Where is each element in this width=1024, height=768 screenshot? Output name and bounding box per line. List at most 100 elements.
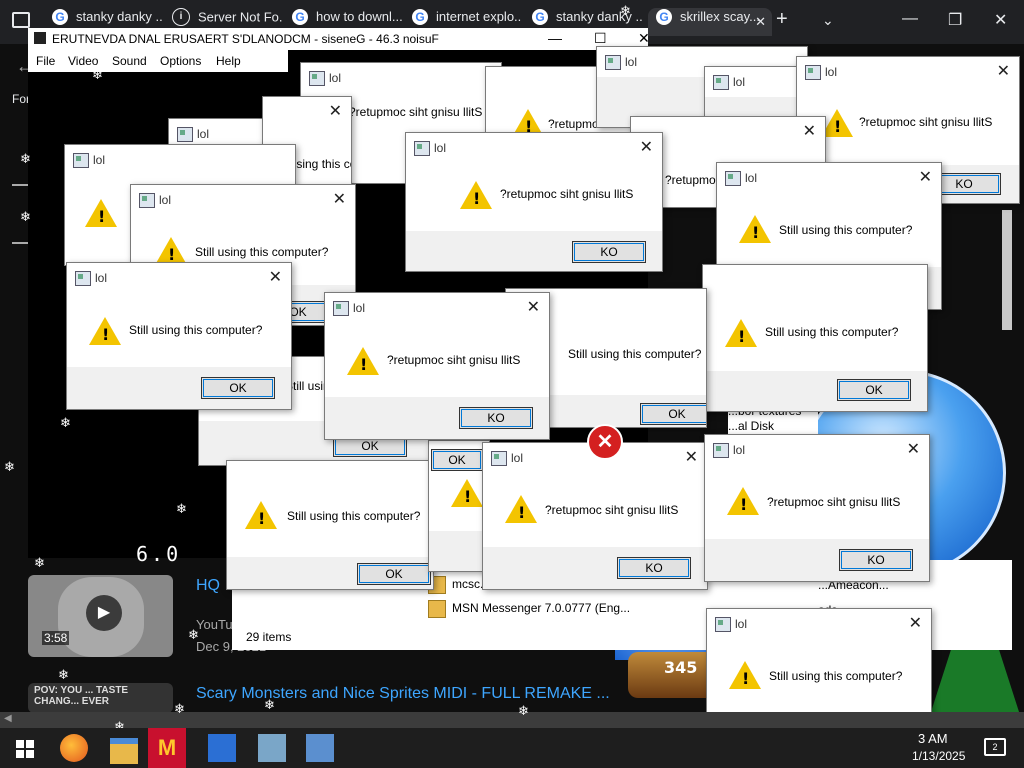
minimize-button[interactable]: — [902, 10, 918, 28]
dialog-window[interactable]: ! Still using this computer? OK [226, 460, 434, 590]
dialog-window[interactable]: lol✕ ! Still using this computer? OK [66, 262, 292, 410]
snowflake-icon: ❄ [264, 697, 275, 712]
ok-button[interactable]: OK [640, 403, 706, 425]
snowflake-icon: ❄ [406, 181, 417, 196]
vertical-scrollbar[interactable] [1002, 210, 1012, 330]
close-icon[interactable]: ✕ [803, 121, 816, 141]
ok-button[interactable]: OK [357, 563, 431, 585]
video-title-2[interactable]: Scary Monsters and Nice Sprites MIDI - F… [196, 685, 610, 703]
globe-number: 345 [664, 658, 698, 677]
ok-button[interactable]: OK [837, 379, 911, 401]
dialog-window[interactable]: ! OK [428, 440, 490, 572]
warning-icon: ! [89, 317, 121, 345]
app-icon [414, 141, 430, 156]
close-icon[interactable]: ✕ [909, 613, 922, 633]
snowflake-icon: ❄ [20, 209, 31, 224]
close-icon[interactable]: ✕ [907, 439, 920, 459]
close-tab-icon[interactable]: ✕ [755, 14, 766, 30]
page-left-strip: ← For [0, 44, 34, 714]
close-button[interactable]: ✕ [994, 10, 1007, 30]
file-explorer-icon[interactable] [110, 738, 138, 764]
menu-options[interactable]: Options [160, 54, 201, 68]
warning-icon: ! [245, 501, 277, 529]
app-icon [725, 171, 741, 186]
file-list-item[interactable]: MSN Messenger 7.0.0777 (Eng... [428, 600, 630, 618]
video-channel-1[interactable]: YouTu [196, 617, 233, 632]
google-icon: G [532, 8, 548, 25]
minimize-button[interactable]: — [548, 30, 562, 46]
app-icon[interactable] [306, 734, 334, 762]
app-icon [715, 617, 731, 632]
video-thumbnail-1[interactable]: ▶ 3:58 [28, 575, 173, 657]
close-icon[interactable]: ✕ [329, 101, 342, 121]
taskbar-time[interactable]: 3 AM [918, 731, 948, 746]
app-icon[interactable] [258, 734, 286, 762]
maximize-button[interactable]: ❐ [948, 10, 962, 30]
close-icon[interactable]: ✕ [640, 137, 653, 157]
app-icon [309, 71, 325, 86]
chevron-down-icon[interactable]: ⌄ [822, 12, 834, 29]
snowflake-icon: ❄ [620, 3, 631, 18]
tab-search-icon[interactable] [12, 12, 30, 28]
app-icon [75, 271, 91, 286]
menu-file[interactable]: File [36, 54, 55, 68]
app-icon [713, 443, 729, 458]
thumbnail-caption: POV: YOU ... TASTE CHANG... EVER [34, 685, 129, 707]
emulator-app-icon [34, 32, 46, 44]
app-icon [333, 301, 349, 316]
mcdonalds-icon[interactable]: M [148, 728, 186, 768]
taskbar-date[interactable]: 1/13/2025 [912, 749, 965, 763]
warning-icon: ! [451, 479, 483, 507]
app-icon[interactable] [208, 734, 236, 762]
dialog-window[interactable]: lol ✕ ! ?retupmoc siht gnisu llitS KO [704, 434, 930, 582]
snowflake-icon: ❄ [4, 459, 15, 474]
close-icon[interactable]: ✕ [269, 267, 282, 287]
ko-button[interactable]: KO [572, 241, 646, 263]
ok-button[interactable]: OK [201, 377, 275, 399]
ko-button[interactable]: KO [459, 407, 533, 429]
dialog-window[interactable]: lol ✕ ! ?retupmoc siht gnisu llitS KO [405, 132, 663, 272]
close-icon[interactable]: ✕ [919, 167, 932, 187]
warning-icon: ! [347, 347, 379, 375]
snowflake-icon: ❄ [176, 501, 187, 516]
menu-help[interactable]: Help [216, 54, 241, 68]
google-icon: G [292, 8, 308, 25]
dialog-window[interactable]: lol ✕ ! ?retupmoc siht gnisu llitS KO [482, 442, 708, 590]
windows-taskbar: M 3 AM 1/13/2025 2 [0, 728, 1024, 768]
snowflake-icon: ❄ [60, 415, 71, 430]
menu-line-icon [12, 184, 28, 186]
maximize-button[interactable]: ☐ [594, 30, 607, 47]
close-icon[interactable]: ✕ [685, 447, 698, 467]
video-thumbnail-2[interactable]: POV: YOU ... TASTE CHANG... EVER [28, 683, 173, 713]
dialog-window[interactable]: ! Still using this computer? OK [702, 264, 928, 412]
dialog-window[interactable]: lol ✕ ! ?retupmoc siht gnisu llitS KO [324, 292, 550, 440]
video-title-1[interactable]: HQ [196, 577, 220, 595]
menu-sound[interactable]: Sound [112, 54, 147, 68]
app-icon [491, 451, 507, 466]
file-list-item[interactable]: mcsc... [428, 576, 490, 594]
ok-button[interactable]: OK [431, 449, 483, 471]
start-button[interactable] [12, 734, 40, 762]
file-icon [428, 600, 446, 618]
emulator-title-bar[interactable]: ERUTNEVDA DNAL ERUSAERT S'DLANODCM - sis… [28, 28, 650, 50]
tab-skrillex-active[interactable]: Gskrillex scay... ✕ [648, 8, 772, 36]
new-tab-button[interactable]: + [776, 8, 788, 31]
menu-video[interactable]: Video [68, 54, 98, 68]
ko-button[interactable]: KO [617, 557, 691, 579]
close-icon[interactable]: ✕ [333, 189, 346, 209]
emulator-title: ERUTNEVDA DNAL ERUSAERT S'DLANODCM - sis… [52, 32, 439, 46]
firefox-icon[interactable] [60, 734, 88, 762]
close-icon[interactable]: ✕ [997, 61, 1010, 81]
warning-icon: ! [729, 661, 761, 689]
warning-icon: ! [505, 495, 537, 523]
notification-icon[interactable]: 2 [984, 738, 1006, 756]
ko-button[interactable]: KO [839, 549, 913, 571]
horizontal-scrollbar[interactable]: ◀ [0, 712, 1024, 728]
info-icon: i [172, 8, 190, 26]
close-icon[interactable]: ✕ [527, 297, 540, 317]
play-icon[interactable]: ▶ [86, 595, 122, 631]
close-button[interactable]: ✕ [638, 30, 650, 47]
scroll-left-icon[interactable]: ◀ [4, 713, 12, 724]
snowflake-icon: ❄ [20, 151, 31, 166]
warning-icon: ! [460, 181, 492, 209]
